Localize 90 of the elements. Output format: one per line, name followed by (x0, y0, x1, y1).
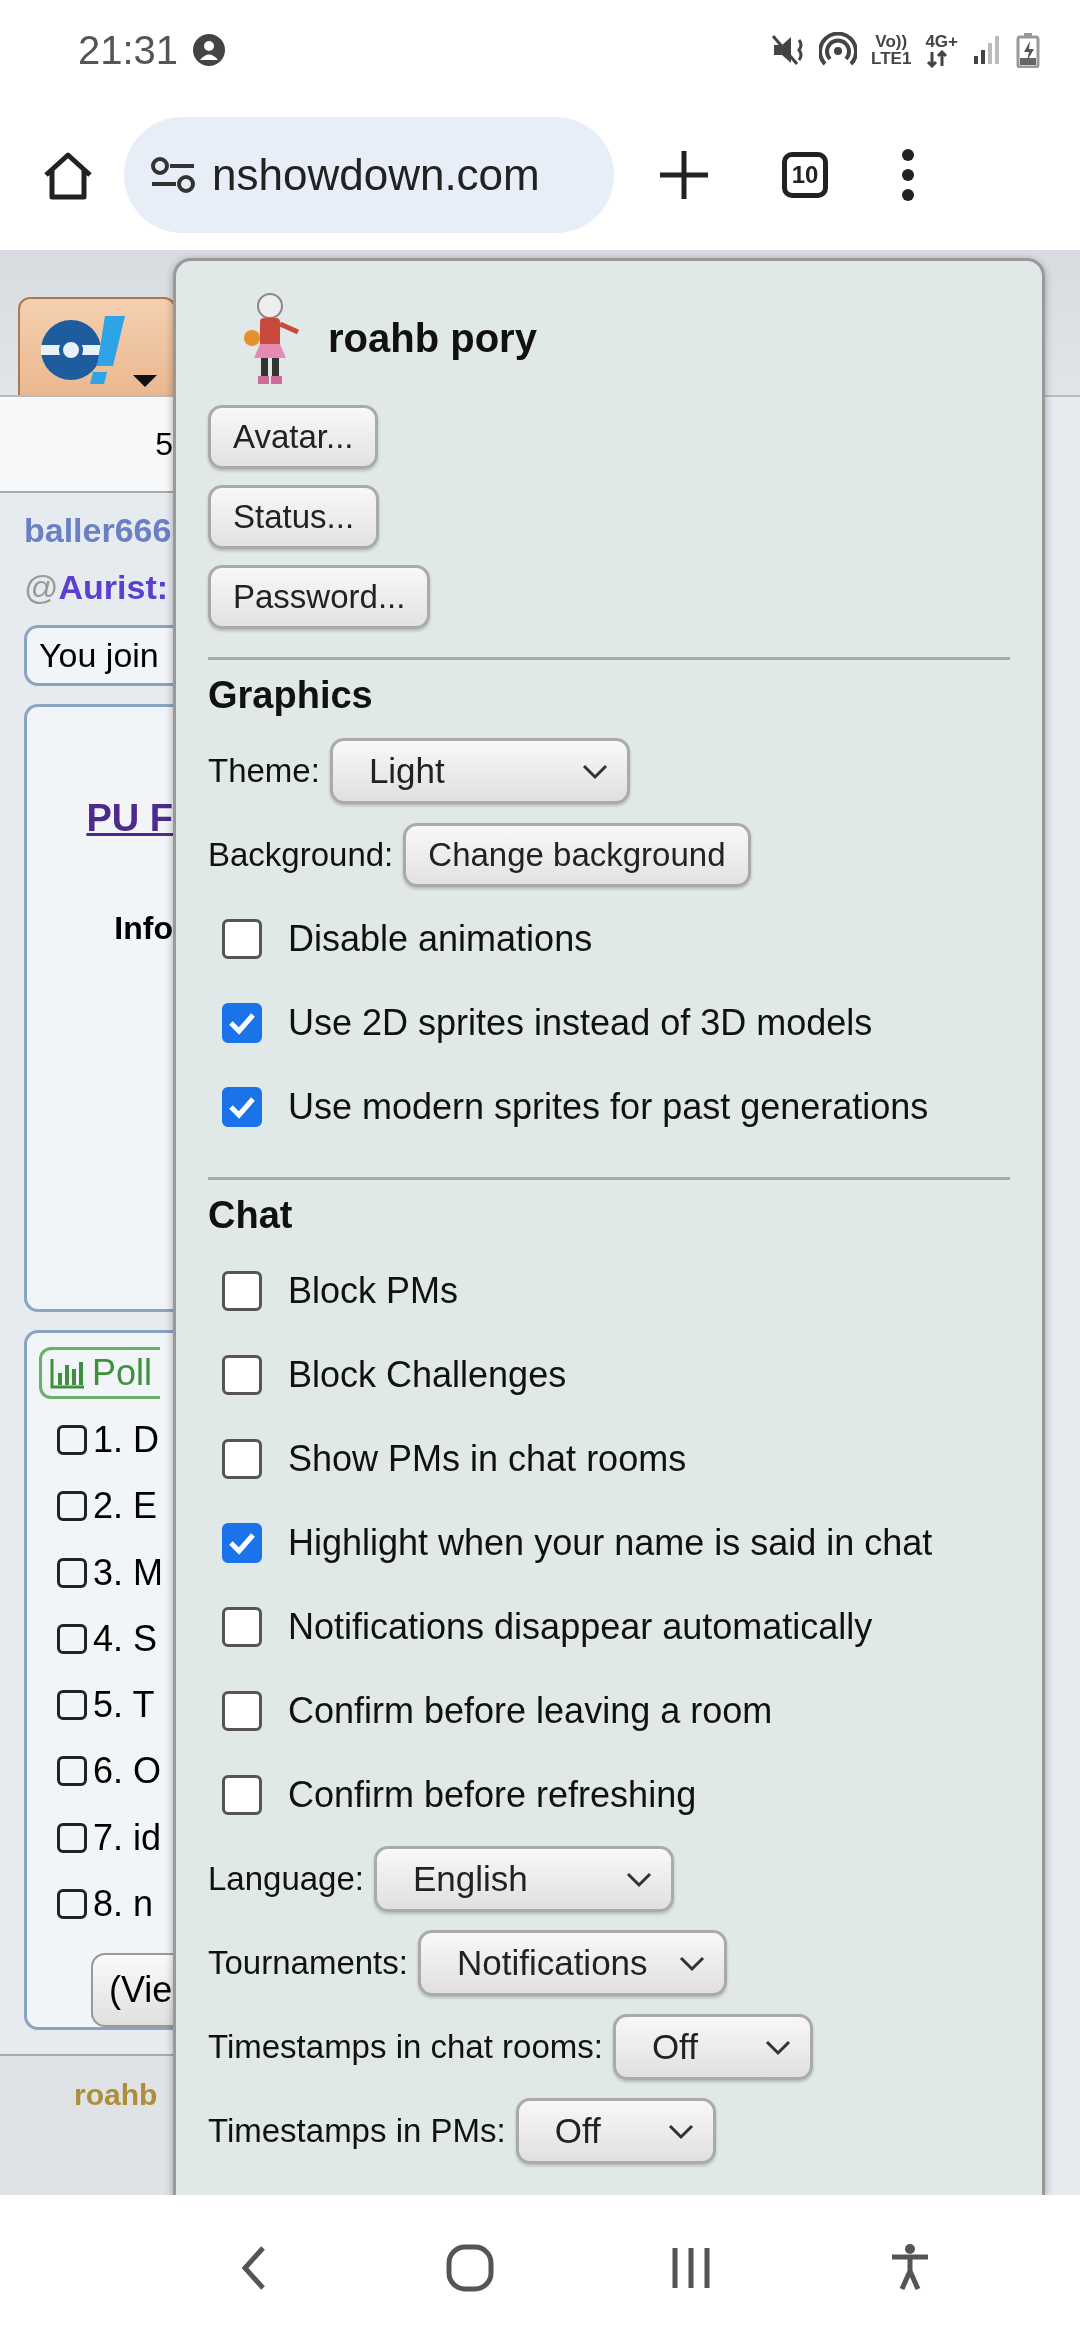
chevron-down-icon (677, 1954, 706, 1972)
clock-time: 21:31 (78, 27, 179, 73)
info-heading: Info (114, 910, 173, 947)
home-button-icon[interactable] (445, 2243, 494, 2292)
checkbox[interactable] (222, 1003, 262, 1043)
room-tab[interactable]: 5 (0, 397, 173, 493)
checkbox[interactable] (222, 1775, 262, 1815)
data-arrows-icon (925, 49, 950, 68)
account-button[interactable]: Password... (208, 565, 431, 629)
chat-username[interactable]: Aurist: (58, 568, 169, 606)
checkmark-icon (228, 1011, 256, 1035)
dropdown[interactable]: Off (515, 2098, 716, 2164)
poll-checkbox[interactable] (57, 1623, 87, 1654)
checkbox[interactable] (222, 919, 262, 959)
tab-switcher-button[interactable]: 10 (782, 152, 828, 198)
option-label: Theme: (208, 752, 320, 790)
poll-checkbox[interactable] (57, 1491, 87, 1522)
poll-option-label: 4. S (93, 1617, 158, 1660)
chevron-down-icon (580, 762, 609, 780)
dropdown[interactable]: English (374, 1846, 674, 1912)
join-notice: You join (24, 625, 173, 686)
address-bar[interactable]: nshowdown.com (124, 117, 614, 233)
battery-charging-icon (1016, 32, 1040, 68)
poll-option-label: 6. O (93, 1750, 162, 1793)
poll-option-label: 5. T (93, 1684, 155, 1727)
view-results-button[interactable]: (Vie (91, 1953, 173, 2027)
site-settings-icon[interactable] (150, 156, 196, 194)
chevron-down-icon (763, 2038, 792, 2056)
checkbox-label: Confirm before refreshing (288, 1774, 697, 1816)
option-label: Tournaments: (208, 1944, 408, 1982)
checkbox[interactable] (222, 1087, 262, 1127)
poll-checkbox[interactable] (57, 1557, 87, 1588)
poll-option-label: 1. D (93, 1419, 160, 1462)
option-label: Timestamps in chat rooms: (208, 2028, 603, 2066)
checkbox[interactable] (222, 1355, 262, 1395)
network-label: 4G+ (925, 32, 958, 50)
volte-label: Vo)) (874, 33, 909, 50)
account-button[interactable]: Status... (208, 485, 380, 549)
checkbox-label: Confirm before leaving a room (288, 1690, 773, 1732)
poll-checkbox[interactable] (57, 1756, 87, 1787)
dropdown[interactable]: Light (329, 738, 630, 804)
poll-checkbox[interactable] (57, 1888, 87, 1919)
chevron-down-icon (625, 1870, 653, 1888)
option-label: Language: (208, 1860, 364, 1898)
checkbox[interactable] (222, 1607, 262, 1647)
checkmark-icon (228, 1531, 256, 1555)
checkbox-label: Show PMs in chat rooms (288, 1438, 687, 1480)
url-text: nshowdown.com (212, 150, 540, 200)
footer-username: roahb (0, 2054, 173, 2195)
bar-chart-icon (50, 1357, 86, 1389)
poll-option-label: 7. id (93, 1816, 162, 1859)
username: roahb pory (328, 315, 537, 361)
poll-option-label: 3. M (93, 1551, 163, 1594)
section-heading: Chat (208, 1194, 294, 1237)
poll-badge: Poll (39, 1347, 161, 1399)
poll-option-label: 2. E (93, 1485, 158, 1528)
account-button[interactable]: Avatar... (208, 405, 379, 469)
checkbox[interactable] (222, 1439, 262, 1479)
section-heading: Graphics (208, 674, 374, 717)
dropdown[interactable]: Notifications (417, 1930, 727, 1996)
lte-label: LTE1 (871, 50, 912, 67)
mention-sign: @ (24, 568, 59, 606)
account-icon (192, 33, 227, 67)
poll-option-label: 8. n (93, 1882, 154, 1925)
checkbox-label: Use 2D sprites instead of 3D models (288, 1002, 873, 1044)
hotspot-icon (819, 32, 858, 68)
info-link[interactable]: PU F (86, 797, 173, 840)
poll-checkbox[interactable] (57, 1425, 87, 1456)
checkbox-label: Disable animations (288, 918, 593, 960)
main-menu-button[interactable] (18, 297, 176, 395)
option-label: Timestamps in PMs: (208, 2112, 506, 2150)
dropdown[interactable]: Off (612, 2014, 813, 2080)
option-label: Background: (208, 836, 394, 874)
caret-icon (133, 375, 157, 387)
checkbox-label: Highlight when your name is said in chat (288, 1522, 933, 1564)
checkbox[interactable] (222, 1523, 262, 1563)
checkbox-label: Block PMs (288, 1270, 459, 1312)
poll-checkbox[interactable] (57, 1822, 87, 1853)
checkbox-label: Use modern sprites for past generations (288, 1086, 929, 1128)
more-menu-icon[interactable] (900, 147, 916, 203)
new-tab-icon[interactable] (658, 149, 710, 201)
checkbox[interactable] (222, 1271, 262, 1311)
checkbox-label: Notifications disappear automatically (288, 1606, 873, 1648)
checkmark-icon (228, 1095, 256, 1119)
signal-icon (972, 34, 1002, 66)
chevron-down-icon (666, 2122, 695, 2140)
checkbox-label: Block Challenges (288, 1354, 567, 1396)
checkbox[interactable] (222, 1691, 262, 1731)
change-background-button[interactable]: Change background (403, 823, 751, 887)
poll-checkbox[interactable] (57, 1690, 87, 1721)
